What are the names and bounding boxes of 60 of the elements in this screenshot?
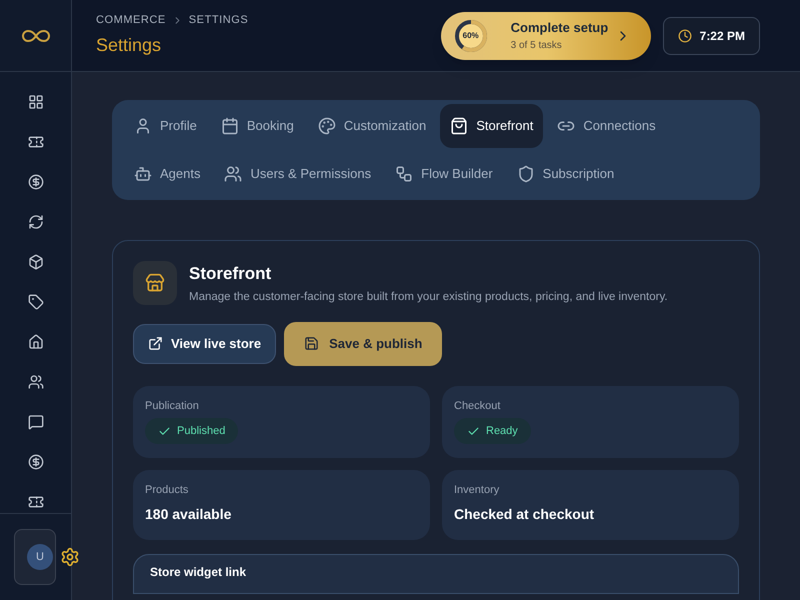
stat-value: Checked at checkout [454,505,596,524]
settings-icon[interactable] [60,547,80,567]
ticket-icon [28,494,44,510]
dollar-icon [28,454,44,470]
flow-icon [395,165,414,183]
sidebar-item[interactable] [26,452,46,472]
shopping-bag-icon [450,117,468,135]
stat-value: 180 available [145,505,232,524]
cube-icon [28,254,44,270]
page-title: Settings [96,34,162,58]
chat-icon [28,414,44,430]
dollar-icon [28,174,44,190]
status-badge: Ready [454,418,531,444]
setup-subtitle: 3 of 5 tasks [510,38,563,53]
tab[interactable]: Booking [210,104,304,148]
view-store-button[interactable]: View live store [133,324,276,364]
tab[interactable]: Flow Builder [385,152,503,196]
progress-percent: 60% [462,30,480,42]
avatar-card[interactable]: U [14,529,56,585]
breadcrumb-current: SETTINGS [188,12,248,28]
infinity-logo [22,28,50,42]
widget-title: Store widget link [150,564,248,581]
status-badge: Published [145,418,238,444]
stat-label: Inventory [454,482,500,498]
publish-button[interactable]: Save & publish [284,322,442,366]
tab[interactable]: Storefront [440,104,544,148]
setup-button[interactable]: 60% Complete setup 3 of 5 tasks [440,12,651,60]
tab[interactable]: Subscription [506,152,624,196]
external-link-icon [148,336,163,352]
tab[interactable]: Profile [124,104,207,148]
refresh-icon [28,214,44,230]
store-icon [145,273,165,293]
tag-icon [28,294,44,310]
save-icon [304,336,320,352]
breadcrumb-link[interactable]: COMMERCE [96,12,166,28]
tab[interactable]: Agents [124,152,210,196]
card-description: Manage the customer-facing store built from your existing products, pricing, and live inventory. [189,290,668,304]
ticket-icon [28,134,44,150]
palette-icon [318,117,336,135]
stat-label: Products [145,482,190,498]
calendar-icon [220,117,239,135]
robot-icon [134,165,152,183]
time: 7:22 PM [700,28,745,44]
avatar: U [27,544,53,570]
home-icon [28,334,44,350]
card-title: Storefront [189,263,272,285]
tab[interactable]: Users & Permissions [214,152,382,196]
setup-title: Complete setup [510,19,610,38]
grid-icon [28,94,44,110]
clock-icon [678,28,692,42]
sidebar-item[interactable] [26,292,46,312]
sidebar-item[interactable] [26,172,46,192]
tab[interactable]: Connections [547,104,666,148]
stat-label: Publication [145,398,200,414]
shield-icon [516,165,535,183]
user-icon [134,117,152,135]
users-icon [28,374,44,390]
stat-label: Checkout [454,398,502,414]
users-icon [224,165,242,183]
tab[interactable]: Customization [308,104,436,148]
